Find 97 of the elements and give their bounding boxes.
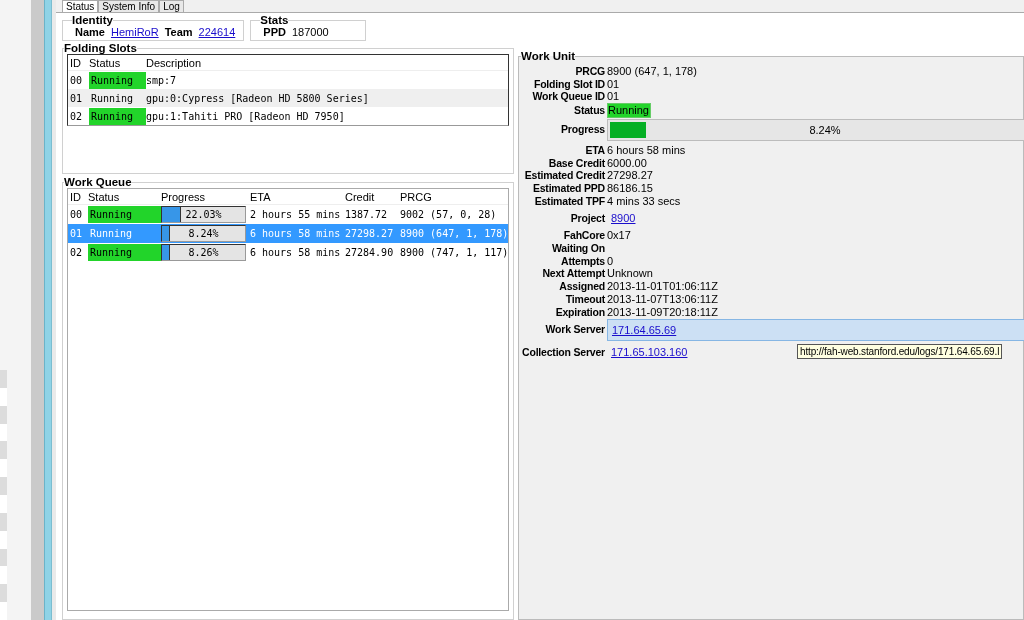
tab[interactable]: Log — [159, 0, 184, 12]
field-label: Base Credit — [547, 156, 605, 170]
status-cell-text: Running — [90, 91, 135, 106]
table-cell-text: 1387.72 — [345, 209, 389, 220]
field-value: 2013-11-09T20:18:11Z — [607, 305, 719, 319]
table-cell-text: 27284.90 — [345, 247, 395, 258]
field-value: 6000.00 — [607, 156, 648, 170]
column-header: Status — [88, 190, 121, 203]
field-value: 01 — [607, 77, 621, 91]
field-label: ETA — [584, 143, 605, 157]
field-label: Project — [569, 211, 605, 225]
server-link[interactable]: 171.64.65.69 — [612, 323, 677, 336]
table-cell-text: 02 — [70, 110, 84, 122]
status-value: Running — [607, 103, 651, 118]
column-header: ETA — [250, 190, 272, 203]
table-cell-text: 01 — [70, 228, 84, 239]
table-cell-text: 2 hours 55 mins — [250, 209, 342, 220]
field-label: Work Queue ID — [531, 90, 605, 104]
field-label: Waiting On — [550, 242, 605, 255]
column-header: Credit — [345, 190, 376, 203]
queue-row[interactable]: 00 Running 22.03% 2 hours 55 mins 1387.72 9002 (57, 0, 28) — [68, 205, 508, 224]
field-value: 187000 — [291, 25, 329, 38]
column-header: Progress — [161, 190, 207, 203]
field-value: 0 — [607, 254, 615, 268]
table-cell-text: smp:7 — [146, 74, 178, 86]
server-field[interactable]: 171.64.65.69 — [607, 318, 1024, 341]
field-label: Next Attempt — [541, 267, 605, 281]
field-label: Assigned — [558, 280, 605, 293]
field-value: 8900 (647, 1, 178) — [607, 65, 698, 78]
table-cell: 8900 (747, 1, 117) — [400, 247, 509, 258]
field-label: Timeout — [564, 292, 605, 306]
field-label: PPD — [263, 25, 286, 38]
field-value: Unknown — [607, 267, 654, 281]
field-label: Expiration — [554, 305, 605, 319]
table-cell-text: 6 hours 58 mins — [250, 247, 342, 258]
table-cell-text: 27298.27 — [345, 228, 395, 239]
table-cell-text: 00 — [70, 74, 84, 86]
status-cell: Running — [89, 107, 146, 125]
table-cell-text: gpu:0:Cypress [Radeon HD 5800 Series] — [146, 92, 370, 104]
field-value: 2013-11-01T01:06:11Z — [607, 280, 719, 293]
field-label: Team — [164, 25, 193, 38]
progress-text: 8.24% — [808, 122, 842, 138]
slot-row[interactable]: 01 Running gpu:0:Cypress [Radeon HD 5800 Series] — [68, 89, 508, 107]
field-label: PRCG — [574, 65, 605, 78]
field-label: Status — [573, 104, 605, 117]
progress-text: 8.24% — [187, 227, 220, 241]
group-title: Stats — [260, 14, 289, 26]
group-title: Work Queue — [64, 176, 132, 188]
status-cell: Running — [88, 244, 161, 261]
column-header: Description — [146, 56, 203, 69]
queue-row[interactable]: 02 Running 8.26% 6 hours 58 mins 27284.90 8900 (747, 1, 117) — [68, 243, 508, 262]
table-cell-text: 01 — [70, 92, 84, 104]
team-link[interactable]: 224614 — [198, 25, 236, 38]
field-value: 4 mins 33 secs — [607, 194, 682, 208]
table-cell-text: 02 — [70, 247, 84, 258]
column-header: Status — [89, 56, 122, 69]
tooltip: http://fah-web.stanford.edu/logs/171.64.65.69.l — [797, 344, 1003, 359]
progress-text: 8.26% — [187, 246, 220, 260]
field-value: 6 hours 58 mins — [607, 143, 687, 157]
field-value: 27298.27 — [607, 169, 654, 182]
table-cell-text: gpu:1:Tahiti PRO [Radeon HD 7950] — [146, 110, 346, 122]
status-cell-text: Running — [89, 227, 134, 241]
table-cell: 8900 (647, 1, 178) — [400, 228, 509, 239]
slot-row[interactable]: 00 Running smp:7 — [68, 71, 508, 89]
field-value: 0x17 — [607, 229, 632, 243]
server-link[interactable]: 171.65.103.160 — [607, 345, 688, 359]
field-label: Estimated TPF — [533, 194, 605, 208]
name-link[interactable]: HemiRoR — [110, 25, 159, 38]
field-label: Progress — [560, 123, 605, 137]
field-value: 86186.15 — [607, 181, 654, 195]
field-label: Folding Slot ID — [532, 77, 605, 91]
column-header: ID — [70, 190, 82, 203]
slot-row[interactable]: 02 Running gpu:1:Tahiti PRO [Radeon HD 7950] — [68, 107, 508, 125]
group-title: Folding Slots — [64, 42, 137, 54]
table-cell-text: 00 — [70, 209, 84, 220]
column-header: ID — [70, 56, 82, 69]
field-label: Estimated Credit — [523, 169, 605, 182]
field-value: 01 — [607, 90, 621, 104]
group-title: Identity — [72, 14, 113, 26]
field-label: Attempts — [560, 254, 605, 268]
table-cell-text: 6 hours 58 mins — [250, 228, 342, 239]
queue-row[interactable]: 01 Running 8.24% 6 hours 58 mins 27298.27 8900 (647, 1, 178) — [68, 224, 508, 243]
field-value: 2013-11-07T13:06:11Z — [607, 292, 719, 306]
field-label: Estimated PPD — [531, 181, 605, 195]
progress-text: 22.03% — [184, 208, 223, 222]
group-title: Work Unit — [521, 50, 576, 62]
server-link[interactable]: 8900 — [607, 211, 636, 225]
field-label: FahCore — [562, 229, 605, 243]
column-header: PRCG — [400, 190, 433, 203]
table-cell-text: 9002 (57, 0, 28) — [400, 209, 498, 220]
status-cell: Running — [88, 206, 161, 223]
field-label: Work Server — [544, 323, 605, 337]
field-label: Collection Server — [521, 345, 605, 359]
field-label: Name — [75, 25, 105, 38]
tab[interactable]: Status — [62, 0, 99, 12]
status-cell: Running — [89, 71, 146, 89]
tab[interactable]: System Info — [98, 0, 160, 12]
